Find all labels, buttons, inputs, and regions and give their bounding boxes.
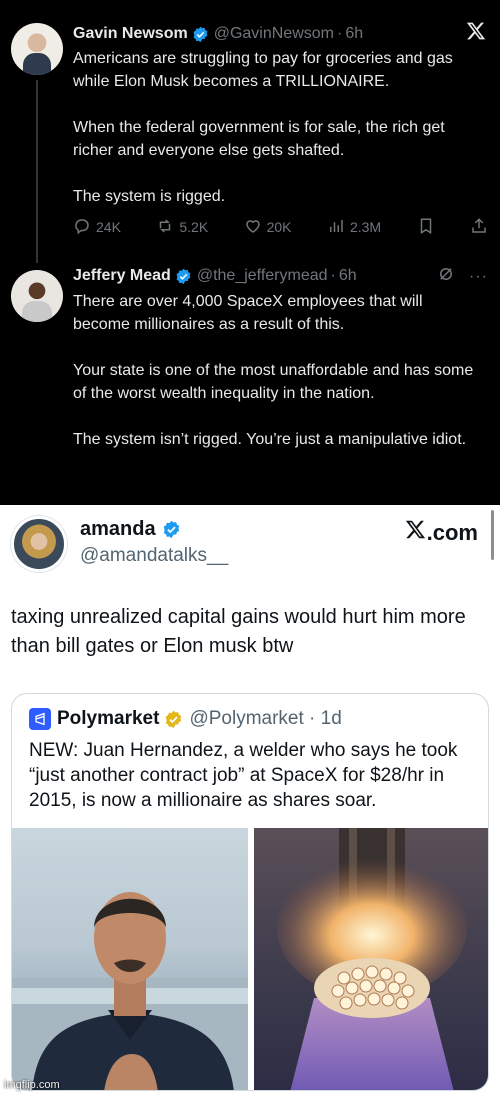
gold-verified-badge-icon [164,710,183,729]
avatar-gavin[interactable] [11,23,63,75]
tweet-paragraph: There are over 4,000 SpaceX employees th… [73,293,423,333]
thread-connector [36,80,38,263]
repost-icon [156,217,174,238]
light-tweet-screenshot: amanda @amandatalks__ .com taxing unreal… [0,505,500,1093]
verified-badge-icon [162,520,181,539]
scrollbar[interactable] [491,510,494,560]
views-count: 2.3M [349,219,382,235]
quoted-tweet[interactable]: Polymarket @Polymarket · 1d NEW: Juan He… [11,693,489,1091]
views-chart-icon [327,217,345,238]
verified-badge-icon [175,268,192,285]
timestamp[interactable]: 6h [339,267,357,285]
source-label: .com [426,519,478,545]
verified-badge-icon [192,26,209,43]
x-logo-icon [405,519,427,546]
quote-timestamp[interactable]: 1d [321,708,342,730]
tweet-actions-gavin: 24K 5.2K 20K 2.3M [73,214,488,240]
dark-thread-screenshot: Gavin Newsom @GavinNewsom · 6h Americans… [0,0,500,505]
quote-author-handle[interactable]: @Polymarket [189,708,303,730]
avatar-amanda[interactable] [11,516,67,572]
tweet-menu-jeffery: ··· [437,265,488,288]
views-button[interactable]: 2.3M [327,217,381,238]
author-name[interactable]: Jeffery Mead [73,267,171,285]
separator-dot: · [336,25,343,42]
share-icon [470,217,488,238]
bookmark-icon [417,217,435,238]
heart-icon [244,217,262,238]
polymarket-logo-icon [29,708,51,730]
imgflip-watermark: imgflip.com [4,1079,60,1091]
author-handle[interactable]: @amandatalks__ [80,545,228,567]
separator-dot: · [303,708,321,729]
bookmark-button[interactable] [417,217,435,238]
rocket-engines-photo[interactable] [254,828,488,1090]
tweet-body-amanda: taxing unrealized capital gains would hu… [11,606,466,657]
tweet-header-amanda: amanda [80,518,186,541]
reply-button[interactable]: 24K [73,217,121,238]
like-button[interactable]: 20K [244,217,292,238]
repost-count: 5.2K [179,219,209,235]
reply-count: 24K [96,219,121,235]
separator-dot: · [330,267,336,284]
tweet-body-gavin: Americans are struggling to pay for groc… [73,47,483,208]
reply-icon [73,217,91,238]
quote-author-name[interactable]: Polymarket [57,708,159,730]
author-handle[interactable]: @GavinNewsom [214,25,334,43]
quote-header: Polymarket @Polymarket · 1d [29,708,342,730]
tweet-paragraph: When the federal government is for sale,… [73,119,445,159]
author-handle[interactable]: @the_jefferymead [197,267,328,285]
tweet-header-gavin: Gavin Newsom @GavinNewsom · 6h [73,23,363,45]
x-logo-icon [466,21,486,41]
tweet-header-jeffery: Jeffery Mead @the_jefferymead · 6h [73,265,357,287]
grok-slash-icon[interactable] [437,265,455,288]
quote-body: NEW: Juan Hernandez, a welder who says h… [29,740,458,811]
share-button[interactable] [470,217,488,238]
more-options-icon[interactable]: ··· [469,268,488,286]
tweet-paragraph: The system is rigged. [73,188,226,205]
author-name[interactable]: amanda [80,518,156,541]
author-name[interactable]: Gavin Newsom [73,25,188,43]
tweet-paragraph: Your state is one of the most unaffordab… [73,362,474,402]
tweet-paragraph: Americans are struggling to pay for groc… [73,50,453,90]
timestamp[interactable]: 6h [345,25,363,43]
welder-photo[interactable] [12,828,248,1090]
avatar-jeffery[interactable] [11,270,63,322]
repost-button[interactable]: 5.2K [156,217,208,238]
like-count: 20K [266,219,292,235]
source-badge[interactable]: .com [405,519,478,546]
tweet-body-jeffery: There are over 4,000 SpaceX employees th… [73,290,483,451]
tweet-paragraph: The system isn’t rigged. You’re just a m… [73,431,467,448]
